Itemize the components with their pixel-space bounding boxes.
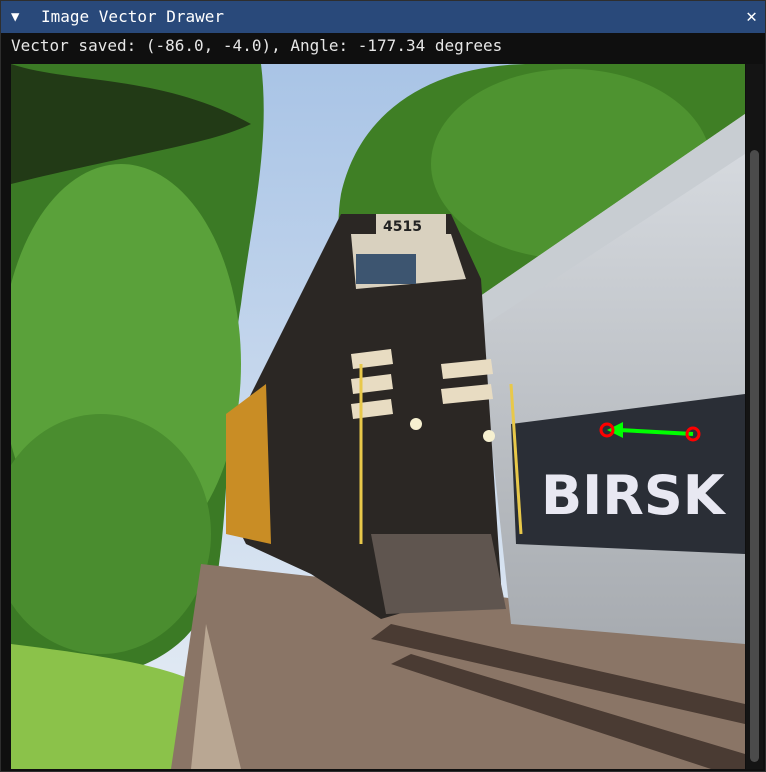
vector-drawer-window: ▼ Image Vector Drawer ✕ Vector saved: (-… — [0, 0, 766, 772]
train-photo: BIRSK 4515 — [11, 64, 745, 769]
status-text: Vector saved: (-86.0, -4.0), Angle: -177… — [11, 36, 503, 55]
number-text: 4515 — [383, 219, 422, 235]
headlight-right — [483, 430, 495, 442]
cab-window — [356, 254, 416, 284]
front-plow — [371, 534, 506, 614]
scrollbar-thumb[interactable] — [750, 150, 759, 762]
vertical-scrollbar[interactable] — [746, 64, 763, 769]
title-bar[interactable]: ▼ Image Vector Drawer ✕ — [1, 1, 765, 33]
graffiti-text: BIRSK — [541, 464, 727, 527]
close-icon[interactable]: ✕ — [746, 1, 757, 33]
headlight — [410, 418, 422, 430]
collapse-triangle-icon[interactable]: ▼ — [11, 1, 19, 33]
image-canvas[interactable]: BIRSK 4515 — [11, 64, 745, 769]
window-title: Image Vector Drawer — [41, 7, 225, 26]
